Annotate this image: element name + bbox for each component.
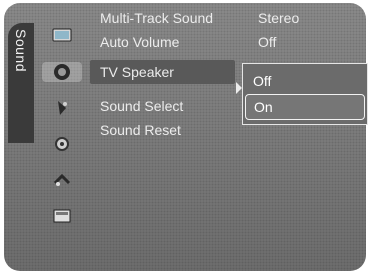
tv-speaker-options: Off On xyxy=(242,63,368,125)
menu-row-label: Auto Volume xyxy=(100,34,180,50)
menu-row-multi-track-sound[interactable]: Multi-Track Sound Stereo xyxy=(90,6,370,30)
menu-row-label: Sound Reset xyxy=(100,122,181,138)
setup-icon[interactable] xyxy=(42,134,82,154)
menu-row-value: Stereo xyxy=(258,10,300,26)
category-tab-label: Sound xyxy=(13,29,29,72)
picture-icon[interactable] xyxy=(42,25,82,45)
channel-icon[interactable] xyxy=(42,98,82,118)
input-icon[interactable] xyxy=(42,170,82,190)
menu-row-auto-volume[interactable]: Auto Volume Off xyxy=(90,30,370,54)
menu-row-value: Off xyxy=(258,34,277,50)
application-icon[interactable] xyxy=(42,206,82,226)
menu-row-label: Sound Select xyxy=(100,98,184,114)
menu-row-tv-speaker[interactable]: TV Speaker xyxy=(90,60,235,84)
menu-row-sound-reset[interactable]: Sound Reset xyxy=(90,118,240,142)
option-on[interactable]: On xyxy=(245,94,365,120)
option-off[interactable]: Off xyxy=(245,68,365,94)
menu-row-sound-select[interactable]: Sound Select xyxy=(90,94,240,118)
sound-icon[interactable] xyxy=(42,62,82,82)
osd-panel: Sound Multi-Track Sound Stereo Auto Volu… xyxy=(4,3,368,271)
menu-row-label: Multi-Track Sound xyxy=(100,10,214,26)
menu-row-label: TV Speaker xyxy=(100,64,174,80)
